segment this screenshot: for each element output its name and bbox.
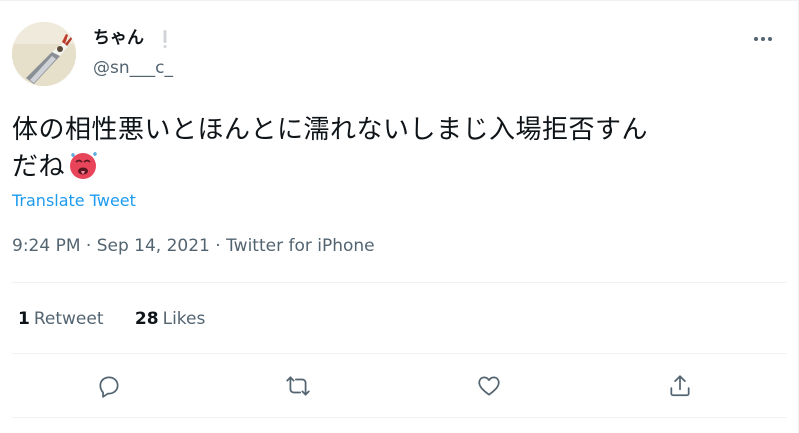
tweet-text-line-1: 体の相性悪いとほんとに濡れないしまじ入場拒否すん — [12, 115, 649, 145]
retweets-stat[interactable]: 1 Retweet — [18, 308, 104, 330]
translate-tweet-link[interactable]: Translate Tweet — [12, 191, 136, 211]
hot-face-emoji-icon — [67, 149, 99, 181]
likes-label: Likes — [162, 309, 206, 329]
tweet-date[interactable]: Sep 14, 2021 — [97, 236, 210, 256]
divider — [12, 353, 787, 354]
avatar[interactable] — [12, 22, 76, 86]
retweet-icon[interactable] — [285, 373, 311, 399]
tweet-card: ちゃん @sn___c_ 体の相性悪いとほんとに濡れないしまじ入場拒否すん だね… — [0, 0, 799, 433]
retweets-count: 1 — [18, 309, 30, 329]
meta-separator: · — [209, 236, 227, 256]
user-handle[interactable]: @sn___c_ — [93, 57, 173, 79]
tweet-time[interactable]: 9:24 PM — [12, 236, 81, 256]
heart-icon[interactable] — [476, 373, 502, 399]
tweet-text-line-2: だね — [12, 149, 772, 186]
reply-icon[interactable] — [96, 373, 122, 399]
tweet-meta: 9:24 PM · Sep 14, 2021 · Twitter for iPh… — [12, 235, 375, 257]
tweet-stats: 1 Retweet 28 Likes — [18, 308, 231, 330]
likes-stat[interactable]: 28 Likes — [135, 308, 205, 330]
exclamation-icon — [163, 30, 167, 48]
retweets-label: Retweet — [33, 309, 104, 329]
divider — [12, 282, 787, 283]
likes-count: 28 — [134, 309, 159, 329]
display-name[interactable]: ちゃん — [93, 27, 144, 49]
tweet-text: 体の相性悪いとほんとに濡れないしまじ入場拒否すん だね — [12, 112, 772, 186]
avatar-image — [12, 22, 76, 86]
tweet-text-line-2-text: だね — [12, 152, 66, 182]
divider — [12, 417, 787, 418]
tweet-source[interactable]: Twitter for iPhone — [226, 236, 375, 256]
share-icon[interactable] — [667, 373, 693, 399]
top-border — [0, 0, 799, 1]
meta-separator: · — [80, 236, 97, 256]
more-icon[interactable] — [752, 31, 774, 47]
